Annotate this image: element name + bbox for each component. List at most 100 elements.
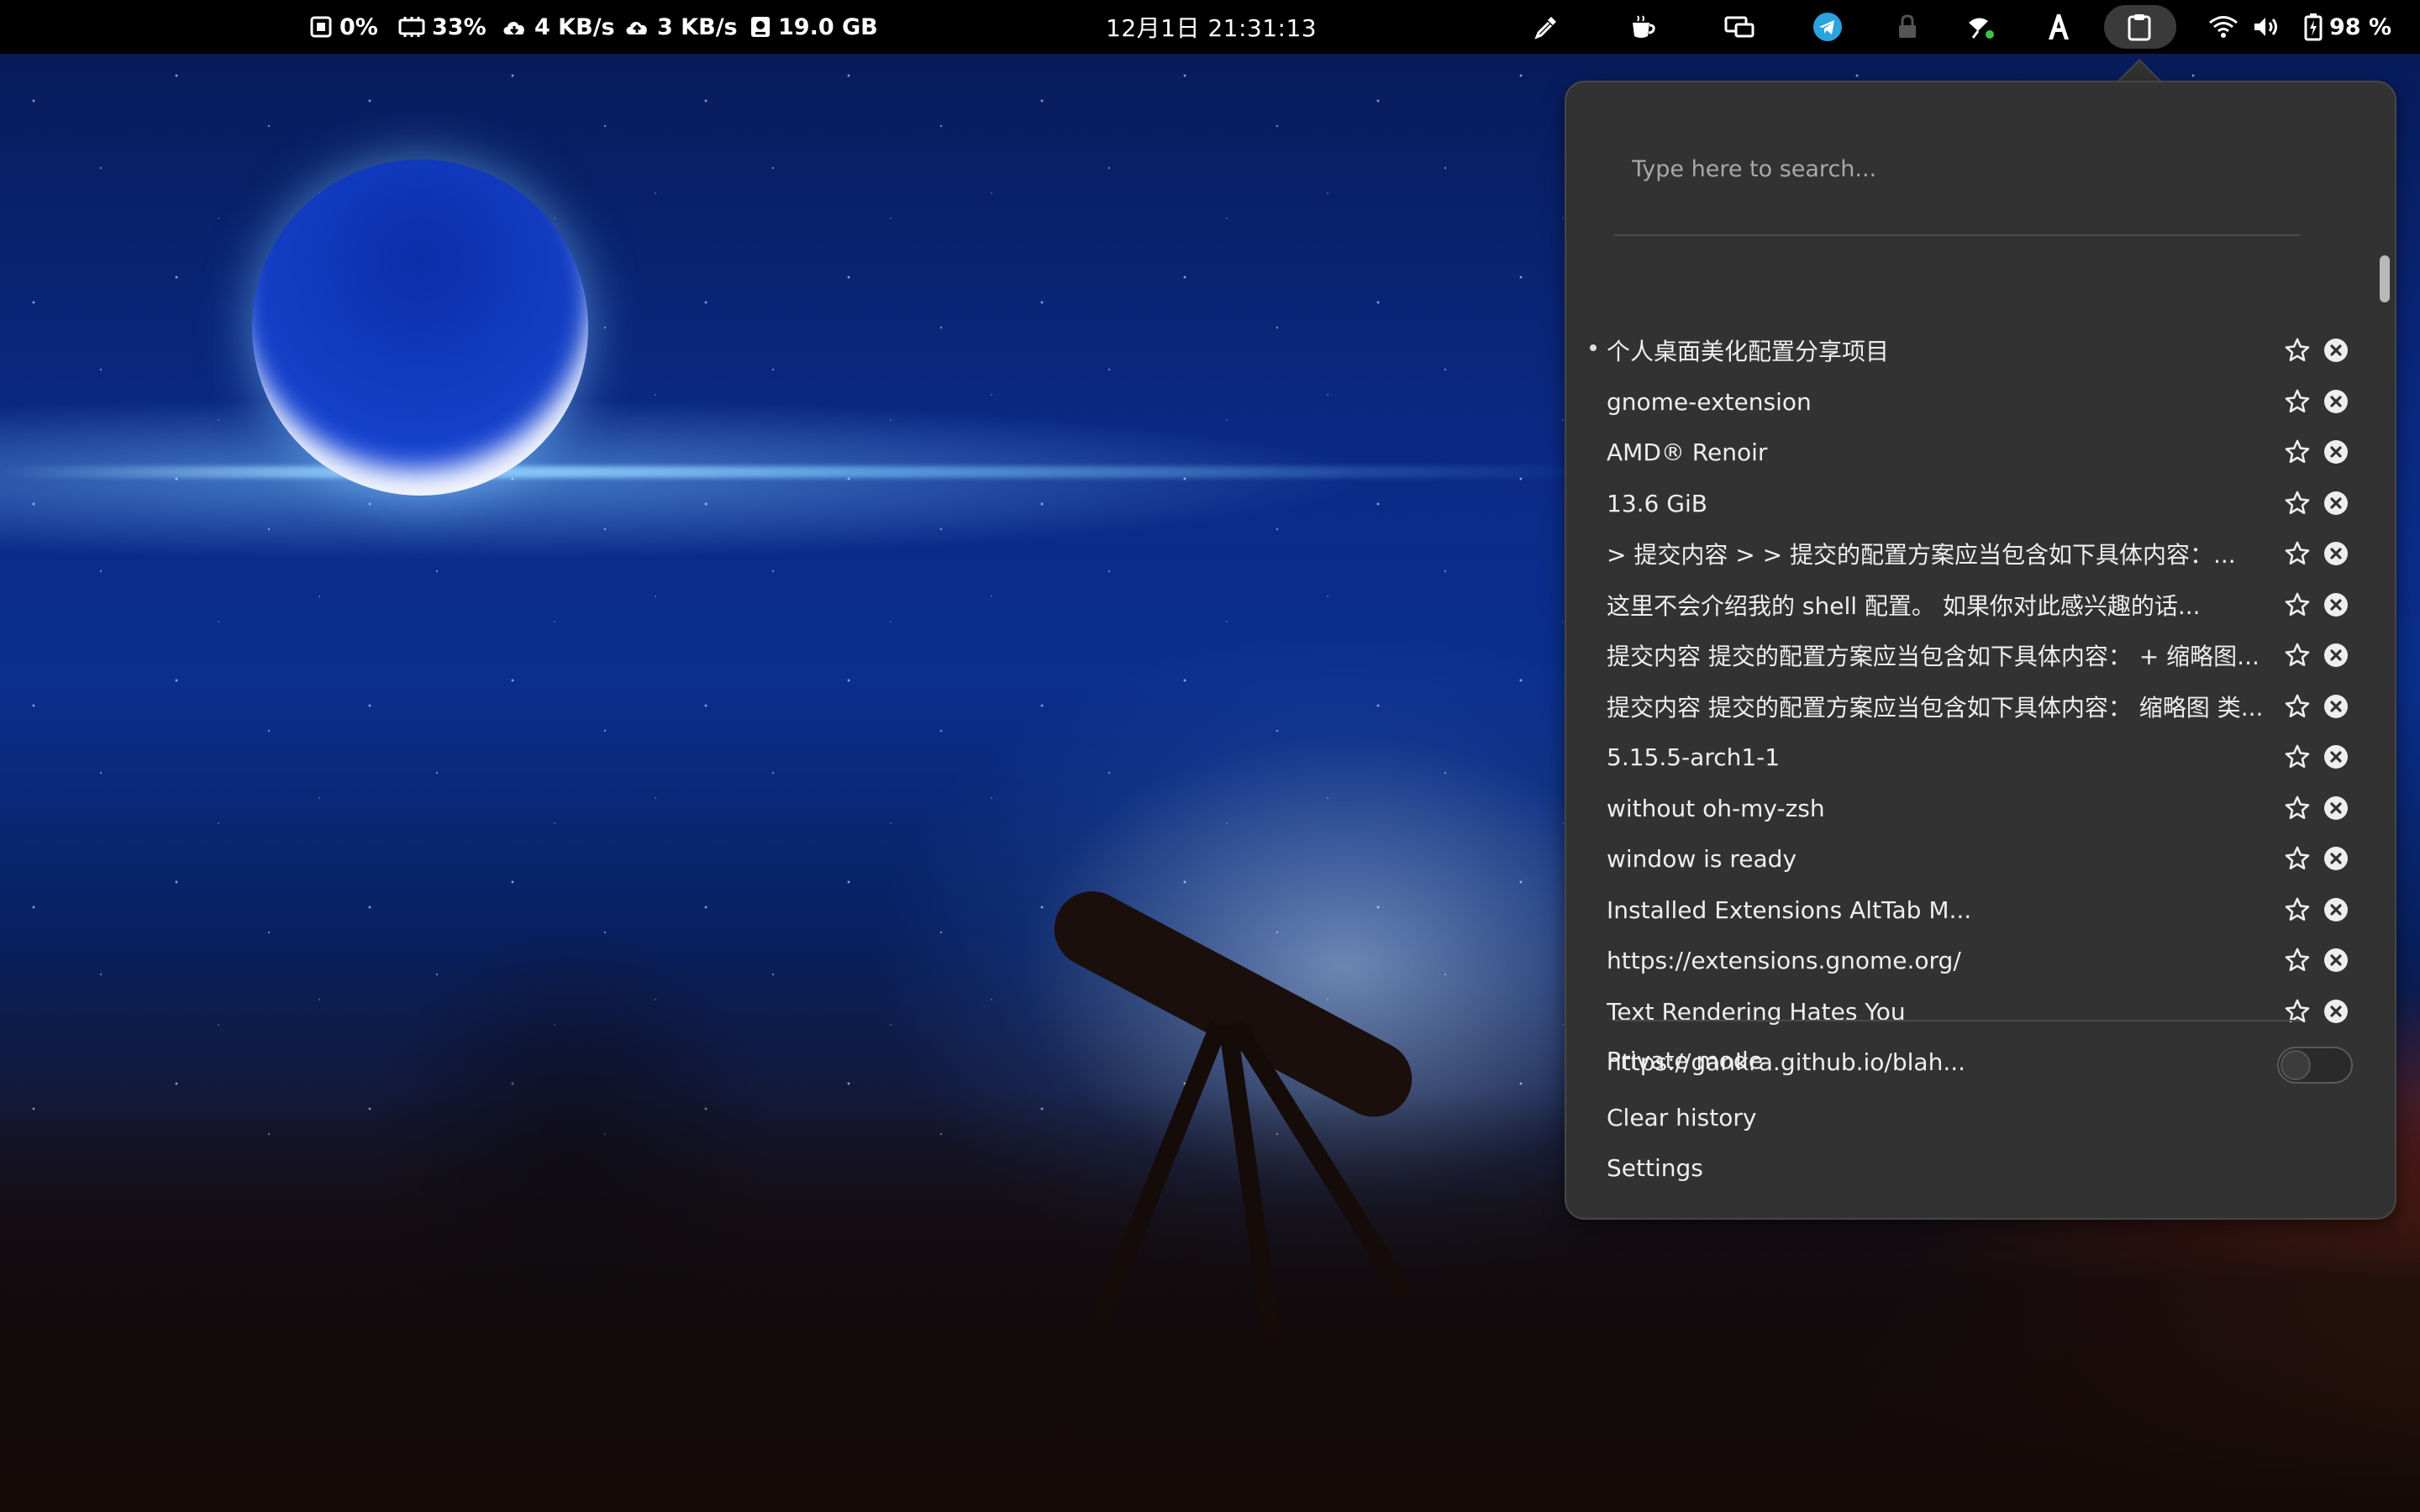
caffeine-button[interactable] (1626, 0, 1660, 54)
history-item[interactable]: 提交内容 提交的配置方案应当包含如下具体内容： + 缩略图... (1566, 631, 2395, 680)
favorite-button[interactable] (2282, 793, 2312, 823)
download-indicator[interactable]: 4 KB/s (501, 0, 615, 54)
download-speed: 4 KB/s (534, 13, 615, 40)
delete-entry-button[interactable] (2321, 437, 2351, 467)
history-item-text: gnome-extension (1607, 387, 1812, 416)
telegram-button[interactable] (1811, 0, 1844, 54)
wallpaper-moon (252, 160, 588, 496)
search-input[interactable] (1630, 148, 2306, 190)
delete-entry-button[interactable] (2321, 843, 2351, 874)
history-item[interactable]: 提交内容 提交的配置方案应当包含如下具体内容： 缩略图 类... (1566, 682, 2395, 731)
font-button[interactable] (2042, 0, 2075, 54)
history-item[interactable]: AMD® Renoir (1566, 428, 2395, 476)
font-icon (2049, 14, 2069, 39)
close-icon (2324, 695, 2348, 718)
history-item[interactable]: Installed Extensions AltTab M... (1566, 885, 2395, 934)
history-item-text: 个人桌面美化配置分享项目 (1607, 338, 1890, 365)
star-icon (2285, 897, 2310, 921)
close-icon (2324, 796, 2348, 820)
history-item[interactable]: 5.15.5-arch1-1 (1566, 732, 2395, 781)
wifi-status[interactable] (2208, 0, 2238, 54)
settings-item[interactable]: Settings (1607, 1154, 1703, 1182)
close-icon (2324, 491, 2348, 515)
history-item[interactable]: 这里不会介绍我的 shell 配置。 如果你对此感兴趣的话... (1566, 580, 2395, 629)
delete-entry-button[interactable] (2321, 488, 2351, 518)
star-icon (2285, 389, 2310, 412)
history-item[interactable]: 13.6 GiB (1566, 479, 2395, 528)
clipboard-button[interactable] (2123, 0, 2156, 54)
favorite-button[interactable] (2282, 386, 2312, 417)
delete-entry-button[interactable] (2321, 945, 2351, 975)
history-item[interactable]: https://extensions.gnome.org/ (1566, 936, 2395, 984)
clear-history-item[interactable]: Clear history (1607, 1104, 1756, 1131)
download-cloud-icon (503, 22, 524, 35)
battery-icon (2304, 13, 2323, 41)
close-icon (2324, 745, 2348, 769)
close-icon (2324, 542, 2348, 565)
volume-status[interactable] (2252, 0, 2281, 54)
history-item-text: 提交内容 提交的配置方案应当包含如下具体内容： 缩略图 类... (1607, 694, 2264, 722)
history-item[interactable]: window is ready (1566, 834, 2395, 883)
coffee-icon (1633, 15, 1655, 38)
favorite-button[interactable] (2282, 843, 2312, 874)
memory-usage: 33% (432, 13, 487, 40)
history-item-text: 提交内容 提交的配置方案应当包含如下具体内容： + 缩略图... (1607, 643, 2260, 670)
favorite-button[interactable] (2282, 895, 2312, 925)
menu-separator (1613, 1020, 2301, 1021)
favorite-button[interactable] (2282, 640, 2312, 670)
history-item-text: 5.15.5-arch1-1 (1607, 743, 1781, 771)
favorite-button[interactable] (2282, 538, 2312, 569)
delete-entry-button[interactable] (2321, 996, 2351, 1026)
history-item[interactable]: without oh-my-zsh (1566, 784, 2395, 832)
favorite-button[interactable] (2282, 335, 2312, 365)
delete-entry-button[interactable] (2321, 742, 2351, 772)
history-item[interactable]: > 提交内容 > > 提交的配置方案应当包含如下具体内容：... (1566, 529, 2395, 578)
clock[interactable]: 12月1日 21:31:13 (1106, 0, 1317, 54)
battery-percent: 98 % (2329, 13, 2392, 40)
history-scrollbar[interactable] (2380, 255, 2390, 302)
toggle-knob (2281, 1050, 2311, 1080)
private-mode-item[interactable]: Private mode (1607, 1047, 1763, 1074)
delete-entry-button[interactable] (2321, 335, 2351, 365)
telegram-icon (1813, 13, 1842, 41)
star-icon (2285, 948, 2310, 971)
disk-icon (751, 17, 770, 37)
delete-entry-button[interactable] (2321, 386, 2351, 417)
screen-button[interactable] (1723, 0, 1756, 54)
history-item-text: without oh-my-zsh (1607, 794, 1825, 822)
screen-icon (1724, 16, 1754, 38)
favorite-button[interactable] (2282, 691, 2312, 722)
memory-indicator[interactable]: 33% (398, 0, 487, 54)
close-icon (2324, 339, 2348, 362)
delete-entry-button[interactable] (2321, 640, 2351, 670)
delete-entry-button[interactable] (2321, 895, 2351, 925)
favorite-button[interactable] (2282, 996, 2312, 1026)
delete-entry-button[interactable] (2321, 590, 2351, 620)
history-item[interactable]: 个人桌面美化配置分享项目 (1566, 326, 2395, 375)
satellite-button[interactable] (1965, 0, 1998, 54)
star-icon (2285, 643, 2310, 666)
upload-indicator[interactable]: 3 KB/s (623, 0, 738, 54)
disk-free: 19.0 GB (778, 13, 878, 40)
close-icon (2324, 593, 2348, 617)
close-icon (2324, 898, 2348, 921)
history-item[interactable]: gnome-extension (1566, 377, 2395, 426)
favorite-button[interactable] (2282, 742, 2312, 772)
battery-status[interactable]: 98 % (2304, 0, 2391, 54)
favorite-button[interactable] (2282, 590, 2312, 620)
disk-indicator[interactable]: 19.0 GB (750, 0, 878, 54)
color-picker-button[interactable] (1529, 0, 1563, 54)
private-mode-toggle[interactable] (2277, 1047, 2353, 1084)
cpu-indicator[interactable]: 0% (309, 0, 378, 54)
star-icon (2285, 846, 2310, 869)
lock-button[interactable] (1891, 0, 1924, 54)
favorite-button[interactable] (2282, 488, 2312, 518)
delete-entry-button[interactable] (2321, 538, 2351, 569)
delete-entry-button[interactable] (2321, 793, 2351, 823)
clipboard-menu: 个人桌面美化配置分享项目 gnome-extension AMD® Renoir 13… (1565, 81, 2396, 1220)
memory-icon (398, 17, 425, 37)
favorite-button[interactable] (2282, 437, 2312, 467)
favorite-button[interactable] (2282, 945, 2312, 975)
delete-entry-button[interactable] (2321, 691, 2351, 722)
history-item[interactable]: Text Rendering Hates You (1566, 987, 2395, 1036)
